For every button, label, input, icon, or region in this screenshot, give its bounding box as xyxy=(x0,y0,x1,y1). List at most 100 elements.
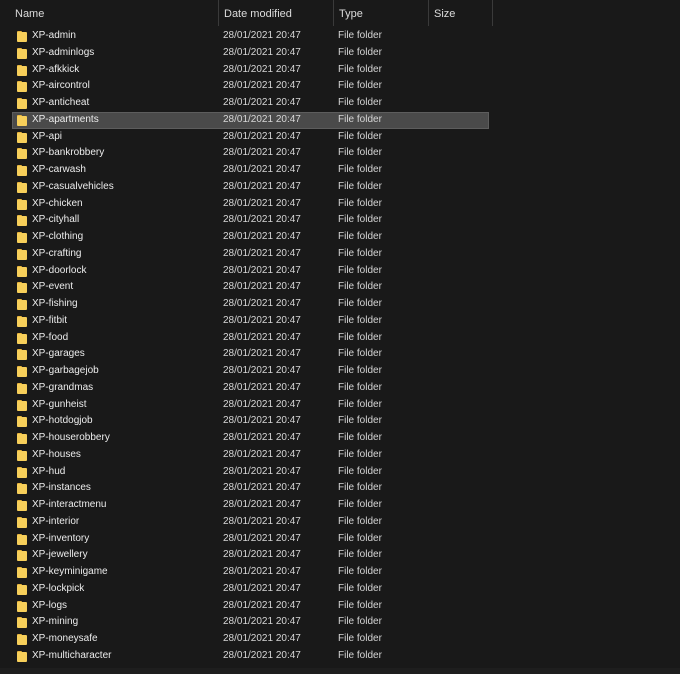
file-date-modified: 28/01/2021 20:47 xyxy=(223,465,301,477)
file-date-modified: 28/01/2021 20:47 xyxy=(223,616,301,628)
file-row[interactable]: XP-jewellery 28/01/2021 20:47 File folder xyxy=(0,547,680,564)
file-name: XP-afkkick xyxy=(32,63,80,75)
folder-icon xyxy=(17,583,27,595)
file-name: XP-hud xyxy=(32,465,66,477)
file-date-modified: 28/01/2021 20:47 xyxy=(223,197,301,209)
file-row[interactable]: XP-moneysafe 28/01/2021 20:47 File folder xyxy=(0,631,680,648)
folder-icon xyxy=(17,265,27,277)
folder-icon xyxy=(17,550,27,562)
file-name: XP-interior xyxy=(32,515,80,527)
file-row[interactable]: XP-houses 28/01/2021 20:47 File folder xyxy=(0,447,680,464)
file-type: File folder xyxy=(338,633,382,644)
file-row[interactable]: XP-instances 28/01/2021 20:47 File folder xyxy=(0,480,680,497)
column-header-type[interactable]: Type xyxy=(334,0,429,26)
file-row[interactable]: XP-houserobbery 28/01/2021 20:47 File fold… xyxy=(0,430,680,447)
file-row[interactable]: XP-inventory 28/01/2021 20:47 File folder xyxy=(0,531,680,548)
file-date-modified: 28/01/2021 20:47 xyxy=(223,398,301,410)
column-header-size[interactable]: Size xyxy=(429,0,493,26)
file-row[interactable]: XP-lockpick 28/01/2021 20:47 File folder xyxy=(0,581,680,598)
file-row[interactable]: XP-fitbit 28/01/2021 20:47 File folder xyxy=(0,313,680,330)
folder-icon xyxy=(17,399,27,411)
file-row[interactable]: XP-clothing 28/01/2021 20:47 File folder xyxy=(0,229,680,246)
file-date-modified: 28/01/2021 20:47 xyxy=(223,348,301,360)
file-date-modified: 28/01/2021 20:47 xyxy=(223,231,301,242)
file-type: File folder xyxy=(338,130,382,142)
file-type: File folder xyxy=(338,432,382,443)
file-type: File folder xyxy=(338,97,382,108)
file-row[interactable]: XP-hotdogjob 28/01/2021 20:47 File folder xyxy=(0,413,680,430)
column-header-date-modified[interactable]: Date modified xyxy=(219,0,334,26)
folder-icon xyxy=(17,114,27,126)
file-row[interactable]: XP-mining 28/01/2021 20:47 File folder xyxy=(0,614,680,631)
file-row[interactable]: XP-carwash 28/01/2021 20:47 File folder xyxy=(0,162,680,179)
file-row[interactable]: XP-fishing 28/01/2021 20:47 File folder xyxy=(0,296,680,313)
file-row[interactable]: XP-doorlock 28/01/2021 20:47 File folder xyxy=(0,263,680,280)
file-row[interactable]: XP-interior 28/01/2021 20:47 File folder xyxy=(0,514,680,531)
file-row[interactable]: XP-keyminigame 28/01/2021 20:47 File folde… xyxy=(0,564,680,581)
file-type: File folder xyxy=(338,314,382,326)
file-row[interactable]: XP-event 28/01/2021 20:47 File folder xyxy=(0,279,680,296)
folder-icon xyxy=(17,600,27,612)
column-header-name[interactable]: ⌃ Name xyxy=(0,0,219,26)
file-row[interactable]: XP-bankrobbery 28/01/2021 20:47 File folde… xyxy=(0,145,680,162)
file-name: XP-keyminigame xyxy=(32,566,108,577)
file-type: File folder xyxy=(338,180,382,192)
file-row[interactable]: XP-multicharacter 28/01/2021 20:47 File fo… xyxy=(0,648,680,665)
folder-icon xyxy=(17,466,27,478)
file-date-modified: 28/01/2021 20:47 xyxy=(223,448,301,460)
file-type: File folder xyxy=(338,599,382,611)
file-row[interactable]: XP-gunheist 28/01/2021 20:47 File folder xyxy=(0,397,680,414)
file-name: XP-fitbit xyxy=(32,314,68,326)
file-row[interactable]: XP-chicken 28/01/2021 20:47 File folder xyxy=(0,196,680,213)
file-row[interactable]: XP-anticheat 28/01/2021 20:47 File folder xyxy=(0,95,680,112)
file-name: XP-hotdogjob xyxy=(32,415,93,427)
file-row[interactable]: XP-cityhall 28/01/2021 20:47 File folder xyxy=(0,212,680,229)
file-name: XP-adminlogs xyxy=(32,46,95,58)
file-type: File folder xyxy=(338,365,382,376)
file-row[interactable]: XP-adminlogs 28/01/2021 20:47 File folder xyxy=(0,45,680,62)
file-row[interactable]: XP-casualvehicles 28/01/2021 20:47 File fo… xyxy=(0,179,680,196)
folder-icon xyxy=(17,349,27,361)
file-row[interactable]: XP-admin 28/01/2021 20:47 File folder xyxy=(0,28,680,45)
file-name: XP-interactmenu xyxy=(32,499,107,510)
file-row[interactable]: XP-grandmas 28/01/2021 20:47 File folder xyxy=(0,380,680,397)
file-name: XP-garbagejob xyxy=(32,365,99,376)
file-row[interactable]: XP-garages 28/01/2021 20:47 File folder xyxy=(0,346,680,363)
file-name: XP-mining xyxy=(32,616,79,628)
folder-icon xyxy=(17,282,27,294)
file-row[interactable]: XP-api 28/01/2021 20:47 File folder xyxy=(0,129,680,146)
file-row[interactable]: XP-crafting 28/01/2021 20:47 File folder xyxy=(0,246,680,263)
file-type: File folder xyxy=(338,197,382,209)
file-type: File folder xyxy=(338,164,382,175)
file-date-modified: 28/01/2021 20:47 xyxy=(223,214,301,226)
file-row[interactable]: XP-logs 28/01/2021 20:47 File folder xyxy=(0,598,680,615)
folder-icon xyxy=(17,64,27,76)
file-name: XP-clothing xyxy=(32,231,84,242)
folder-icon xyxy=(17,332,27,344)
file-row[interactable]: XP-food 28/01/2021 20:47 File folder xyxy=(0,330,680,347)
file-name: XP-multicharacter xyxy=(32,649,112,661)
file-name: XP-anticheat xyxy=(32,97,90,108)
file-explorer: ⌃ Name Date modified Type Size XP-admin 2… xyxy=(0,0,680,674)
file-type: File folder xyxy=(338,465,382,477)
folder-icon xyxy=(17,98,27,109)
file-type: File folder xyxy=(338,214,382,226)
file-name: XP-doorlock xyxy=(32,264,87,276)
file-type: File folder xyxy=(338,582,382,594)
file-row[interactable]: XP-aircontrol 28/01/2021 20:47 File folder xyxy=(0,78,680,95)
file-name: XP-carwash xyxy=(32,164,86,175)
file-row[interactable]: XP-garbagejob 28/01/2021 20:47 File folder xyxy=(0,363,680,380)
file-date-modified: 28/01/2021 20:47 xyxy=(223,97,301,108)
column-header-type-label: Type xyxy=(339,8,363,20)
folder-icon xyxy=(17,449,27,461)
file-row[interactable]: XP-apartments 28/01/2021 20:47 File folder xyxy=(0,111,680,129)
file-row[interactable]: XP-hud 28/01/2021 20:47 File folder xyxy=(0,464,680,481)
file-type: File folder xyxy=(338,348,382,360)
folder-icon xyxy=(17,533,27,545)
file-name: XP-bankrobbery xyxy=(32,147,105,159)
file-date-modified: 28/01/2021 20:47 xyxy=(223,331,301,343)
file-date-modified: 28/01/2021 20:47 xyxy=(223,63,301,75)
file-row[interactable]: XP-interactmenu 28/01/2021 20:47 File fold… xyxy=(0,497,680,514)
file-name: XP-lockpick xyxy=(32,582,85,594)
file-row[interactable]: XP-afkkick 28/01/2021 20:47 File folder xyxy=(0,62,680,79)
